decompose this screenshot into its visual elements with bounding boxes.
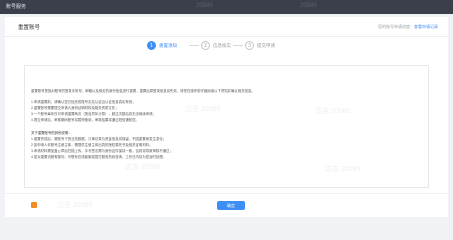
notice-item: 4.如对重置流程有疑问，可联系在线客服或拨打服务热线咨询，工作日内将为您及时处理… [31,155,167,159]
watermark: 20585 [196,3,213,9]
watermark: 边吉 20585 [315,108,351,115]
step-notice: 1 重置须知 [147,41,187,51]
confirm-button[interactable]: 确定 [217,201,245,210]
step-number: 3 [245,41,254,50]
notice-subheading: 关于重置账号的其他说明： [31,131,72,135]
footer: 边吉 20585 确定 [5,193,448,217]
step-connector [233,45,243,46]
step-verify: 2 信息核实 [201,41,231,51]
notice-item: 3.申请材料需加盖公章后扫描上传，手写签名需与身份证件保持一致，否则将导致审核不… [31,149,173,153]
notice-item: 2.重置账号需要提交申请人身份证明材料及相关资质文件； [31,106,119,110]
notice-item: 3.一个账号每年仅可申请重置两次（按自然年计算），超过次数后将无法继续申请； [31,112,156,116]
notice-item: 4.提交申请后，审核期间账号将暂停使用，审核结果将通过短信通知您。 [31,118,139,122]
app-title: 账号服务 [6,4,27,10]
step-label: 提交申请 [257,43,275,48]
watermark: 20585 [300,3,317,9]
notice-item: 2.如申请人非账号注册主体，需提供注册主体出具的授权委托书及相关证明材料； [31,143,153,147]
app-logo-icon [31,202,37,208]
notice-item: 1.重置完成后，原账号下的业务数据、订单记录与资金信息将保留，不因重置而发生变化… [31,137,167,141]
step-submit: 3 提交申请 [245,41,275,51]
notice-item: 1.申请重置前，请确认您已经完成账号实名认证且认证信息真实有效； [31,100,136,104]
watermark: 边吉 20585 [325,166,361,173]
step-connector [189,45,199,46]
notice-intro: 重置账号是指对账号的登录手机号、邮箱以及绑定的身份信息进行重置，重置后原登录信息… [31,89,255,93]
main-card: 重置账号 您的账号申请进度：查看申请记录 1 重置须知 2 信息核实 3 提交申… [5,17,448,217]
step-label: 信息核实 [213,43,231,48]
watermark: 边吉 20585 [125,164,161,171]
top-bar: 账号服务 20585 20585 [0,0,453,14]
step-number: 1 [147,41,156,50]
step-number: 2 [201,41,210,50]
stepper: 1 重置须知 2 信息核实 3 提交申请 [5,40,448,54]
card-header: 重置账号 您的账号申请进度：查看申请记录 [5,17,448,37]
progress-hint-label: 您的账号申请进度： [378,24,414,29]
application-records-link[interactable]: 查看申请记录 [414,24,438,29]
watermark: 边吉 20585 [57,202,93,209]
progress-hint: 您的账号申请进度：查看申请记录 [378,24,438,30]
notice-panel[interactable]: 重置账号是指对账号的登录手机号、邮箱以及绑定的身份信息进行重置，重置后原登录信息… [24,65,429,188]
step-label: 重置须知 [159,43,177,48]
watermark: 边吉 20585 [185,106,221,113]
page-title: 重置账号 [18,25,41,31]
